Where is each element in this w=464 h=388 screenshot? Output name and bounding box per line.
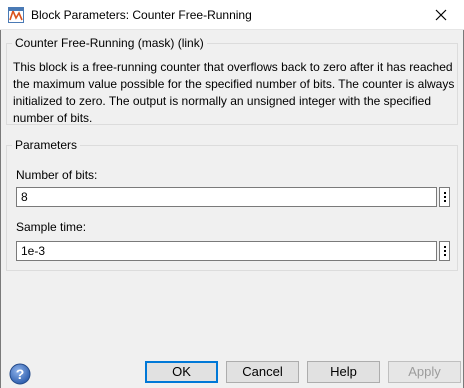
svg-text:?: ? — [16, 366, 25, 382]
cancel-button[interactable]: Cancel — [226, 361, 299, 383]
description-group-title: Counter Free-Running (mask) (link) — [12, 36, 207, 50]
title-bar: Block Parameters: Counter Free-Running — [0, 0, 464, 30]
number-of-bits-input[interactable] — [16, 187, 437, 207]
help-button[interactable]: Help — [307, 361, 380, 383]
apply-button[interactable]: Apply — [388, 361, 461, 383]
close-icon — [435, 9, 447, 21]
vertical-ellipsis-icon — [444, 196, 446, 198]
simulink-block-icon — [8, 7, 24, 23]
description-group: Counter Free-Running (mask) (link) This … — [6, 36, 458, 125]
vertical-ellipsis-icon — [444, 246, 446, 248]
window-title: Block Parameters: Counter Free-Running — [31, 8, 252, 22]
vertical-ellipsis-icon — [444, 192, 446, 194]
close-button[interactable] — [418, 0, 464, 30]
ok-button[interactable]: OK — [145, 361, 218, 383]
number-of-bits-label: Number of bits: — [16, 168, 98, 182]
vertical-ellipsis-icon — [444, 250, 446, 252]
vertical-ellipsis-icon — [444, 254, 446, 256]
question-mark-icon[interactable]: ? — [9, 363, 31, 385]
block-description: This block is a free-running counter tha… — [13, 60, 455, 125]
sample-time-menu-button[interactable] — [439, 241, 450, 261]
sample-time-input[interactable] — [16, 241, 437, 261]
vertical-ellipsis-icon — [444, 200, 446, 202]
parameters-group: Parameters Number of bits: Sample time: — [6, 138, 458, 271]
parameters-group-title: Parameters — [12, 138, 81, 152]
sample-time-label: Sample time: — [16, 220, 87, 234]
number-of-bits-menu-button[interactable] — [439, 187, 450, 207]
